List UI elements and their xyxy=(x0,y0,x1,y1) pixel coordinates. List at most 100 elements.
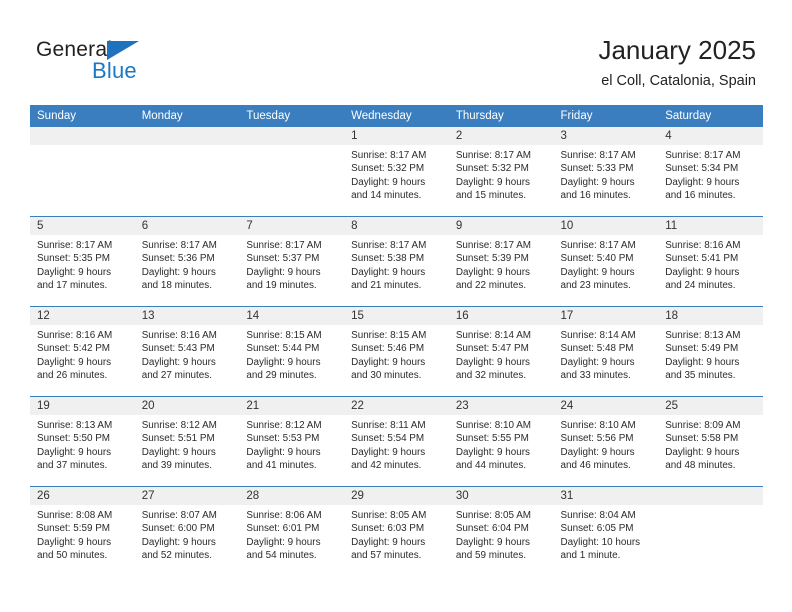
day-detail-line: Daylight: 9 hours xyxy=(141,356,216,368)
day-detail-line: and 16 minutes. xyxy=(665,189,736,201)
day-detail-line: and 41 minutes. xyxy=(246,459,317,471)
day-detail-line: and 42 minutes. xyxy=(351,459,422,471)
calendar-day-cell[interactable]: 18 Sunrise: 8:13 AM Sunset: 5:49 PM Dayligh… xyxy=(658,306,763,397)
calendar-day-cell[interactable]: 19 Sunrise: 8:13 AM Sunset: 5:50 PM Dayligh… xyxy=(30,396,135,487)
day-number: 30 xyxy=(448,487,554,505)
day-detail-line: Sunrise: 8:06 AM xyxy=(246,510,322,521)
day-detail-lines: Sunrise: 8:13 AM Sunset: 5:50 PM Daylight:… xyxy=(30,415,135,472)
day-number: 29 xyxy=(344,487,449,505)
day-detail-line: Sunrise: 8:08 AM xyxy=(37,510,113,521)
day-detail-line: Sunset: 5:32 PM xyxy=(455,163,529,175)
day-number: 22 xyxy=(344,397,449,415)
calendar-day-cell[interactable]: 16 Sunrise: 8:14 AM Sunset: 5:47 PM Dayligh… xyxy=(448,306,554,397)
day-detail-line: Daylight: 9 hours xyxy=(455,536,530,548)
day-detail-line: Sunrise: 8:15 AM xyxy=(246,330,322,341)
day-detail-line: Sunrise: 8:15 AM xyxy=(351,330,427,341)
day-detail-line: Sunrise: 8:09 AM xyxy=(665,420,741,431)
calendar-day-cell[interactable]: 1 Sunrise: 8:17 AM Sunset: 5:32 PM Daylight… xyxy=(344,127,449,217)
day-detail-line: and 1 minute. xyxy=(560,549,621,561)
day-number: 6 xyxy=(134,217,240,235)
weekday-header-wednesday: Wednesday xyxy=(344,105,449,127)
calendar-day-cell[interactable]: 8 Sunrise: 8:17 AM Sunset: 5:38 PM Daylight… xyxy=(344,216,449,307)
day-number: 8 xyxy=(344,217,449,235)
day-detail-line: Daylight: 9 hours xyxy=(37,266,112,278)
calendar-day-cell[interactable]: 3 Sunrise: 8:17 AM Sunset: 5:33 PM Daylight… xyxy=(553,127,659,217)
day-detail-line: Sunset: 5:46 PM xyxy=(351,343,425,355)
calendar-day-cell[interactable]: 24 Sunrise: 8:10 AM Sunset: 5:56 PM Dayligh… xyxy=(553,396,659,487)
day-detail-line: and 52 minutes. xyxy=(141,549,212,561)
day-detail-line: Sunset: 5:53 PM xyxy=(246,433,320,445)
calendar-day-cell[interactable]: 20 Sunrise: 8:12 AM Sunset: 5:51 PM Dayligh… xyxy=(134,396,240,487)
calendar-day-cell[interactable]: 13 Sunrise: 8:16 AM Sunset: 5:43 PM Dayligh… xyxy=(134,306,240,397)
day-detail-line: and 21 minutes. xyxy=(351,279,422,291)
day-detail-line: Daylight: 9 hours xyxy=(141,266,216,278)
day-number xyxy=(30,127,135,145)
day-detail-lines: Sunrise: 8:08 AM Sunset: 5:59 PM Daylight:… xyxy=(30,505,135,562)
day-detail-line: Daylight: 9 hours xyxy=(455,266,530,278)
day-detail-line: Sunset: 6:04 PM xyxy=(455,523,529,535)
calendar-day-cell[interactable]: 29 Sunrise: 8:05 AM Sunset: 6:03 PM Dayligh… xyxy=(344,486,449,576)
day-detail-line: Daylight: 10 hours xyxy=(560,536,641,548)
calendar-day-cell[interactable]: 6 Sunrise: 8:17 AM Sunset: 5:36 PM Daylight… xyxy=(134,216,240,307)
day-number xyxy=(134,127,240,145)
day-detail-line: Sunset: 5:50 PM xyxy=(37,433,111,445)
day-detail-line: Daylight: 9 hours xyxy=(351,266,426,278)
day-detail-line: Daylight: 9 hours xyxy=(351,536,426,548)
calendar-day-cell[interactable]: 23 Sunrise: 8:10 AM Sunset: 5:55 PM Dayligh… xyxy=(448,396,554,487)
calendar-day-cell[interactable]: 15 Sunrise: 8:15 AM Sunset: 5:46 PM Dayligh… xyxy=(344,306,449,397)
day-detail-line: Sunset: 5:49 PM xyxy=(665,343,739,355)
calendar-day-cell[interactable]: 31 Sunrise: 8:04 AM Sunset: 6:05 PM Dayligh… xyxy=(553,486,659,576)
day-detail-line: Sunset: 5:35 PM xyxy=(37,253,111,265)
day-number: 18 xyxy=(658,307,763,325)
calendar-day-cell[interactable]: 5 Sunrise: 8:17 AM Sunset: 5:35 PM Daylight… xyxy=(30,216,135,307)
day-detail-line: Daylight: 9 hours xyxy=(455,446,530,458)
calendar-day-cell[interactable]: 17 Sunrise: 8:14 AM Sunset: 5:48 PM Dayligh… xyxy=(553,306,659,397)
day-number: 25 xyxy=(658,397,763,415)
day-detail-line: Sunrise: 8:14 AM xyxy=(455,330,532,341)
calendar-day-cell[interactable]: 12 Sunrise: 8:16 AM Sunset: 5:42 PM Dayligh… xyxy=(30,306,135,397)
calendar-day-cell[interactable]: 4 Sunrise: 8:17 AM Sunset: 5:34 PM Daylight… xyxy=(658,127,763,217)
day-number: 17 xyxy=(553,307,659,325)
day-detail-line: Daylight: 9 hours xyxy=(665,356,740,368)
day-detail-line: and 15 minutes. xyxy=(455,189,527,201)
day-detail-line: Daylight: 9 hours xyxy=(455,356,530,368)
calendar-day-cell[interactable]: 28 Sunrise: 8:06 AM Sunset: 6:01 PM Dayligh… xyxy=(239,486,345,576)
day-detail-line: Daylight: 9 hours xyxy=(351,356,426,368)
day-detail-line: Sunset: 5:58 PM xyxy=(665,433,739,445)
weekday-header-tuesday: Tuesday xyxy=(239,105,345,127)
calendar-day-cell[interactable]: 27 Sunrise: 8:07 AM Sunset: 6:00 PM Dayligh… xyxy=(134,486,240,576)
day-detail-lines: Sunrise: 8:17 AM Sunset: 5:32 PM Daylight:… xyxy=(449,145,554,202)
calendar-day-cell[interactable]: 22 Sunrise: 8:11 AM Sunset: 5:54 PM Dayligh… xyxy=(344,396,449,487)
day-detail-line: Daylight: 9 hours xyxy=(665,266,740,278)
calendar-day-cell[interactable]: 7 Sunrise: 8:17 AM Sunset: 5:37 PM Daylight… xyxy=(239,216,345,307)
calendar-day-cell[interactable]: 25 Sunrise: 8:09 AM Sunset: 5:58 PM Dayligh… xyxy=(658,396,763,487)
day-detail-line: Sunrise: 8:16 AM xyxy=(141,330,217,341)
day-detail-line: Daylight: 9 hours xyxy=(246,446,321,458)
day-detail-lines: Sunrise: 8:17 AM Sunset: 5:32 PM Daylight:… xyxy=(344,145,449,202)
day-detail-line: Daylight: 9 hours xyxy=(351,446,426,458)
day-number: 15 xyxy=(344,307,449,325)
day-detail-lines: Sunrise: 8:17 AM Sunset: 5:35 PM Daylight:… xyxy=(30,235,135,292)
day-detail-line: Sunrise: 8:11 AM xyxy=(351,420,426,431)
day-detail-line: Sunrise: 8:05 AM xyxy=(351,510,427,521)
day-detail-line: and 27 minutes. xyxy=(141,369,212,381)
day-detail-line: Sunset: 5:33 PM xyxy=(560,163,634,175)
day-detail-line: Daylight: 9 hours xyxy=(37,446,112,458)
calendar-day-cell[interactable]: 26 Sunrise: 8:08 AM Sunset: 5:59 PM Dayligh… xyxy=(30,486,135,576)
calendar-day-cell[interactable]: 30 Sunrise: 8:05 AM Sunset: 6:04 PM Dayligh… xyxy=(448,486,554,576)
page-header: General Blue January 2025 el Coll, Catal… xyxy=(0,0,792,100)
calendar-day-cell[interactable]: 9 Sunrise: 8:17 AM Sunset: 5:39 PM Daylight… xyxy=(448,216,554,307)
day-detail-line: and 48 minutes. xyxy=(665,459,736,471)
calendar-day-cell[interactable]: 21 Sunrise: 8:12 AM Sunset: 5:53 PM Dayligh… xyxy=(239,396,345,487)
calendar-day-cell[interactable]: 2 Sunrise: 8:17 AM Sunset: 5:32 PM Daylight… xyxy=(448,127,554,217)
day-detail-line: Sunset: 6:01 PM xyxy=(246,523,320,535)
weekday-header-thursday: Thursday xyxy=(448,105,554,127)
day-detail-line: and 23 minutes. xyxy=(560,279,631,291)
day-detail-line: Sunrise: 8:12 AM xyxy=(246,420,322,431)
calendar-day-cell[interactable]: 10 Sunrise: 8:17 AM Sunset: 5:40 PM Dayligh… xyxy=(553,216,659,307)
day-detail-line: Daylight: 9 hours xyxy=(37,356,112,368)
page-title: January 2025 xyxy=(598,35,756,65)
calendar-day-cell[interactable]: 14 Sunrise: 8:15 AM Sunset: 5:44 PM Dayligh… xyxy=(239,306,345,397)
calendar-day-cell[interactable]: 11 Sunrise: 8:16 AM Sunset: 5:41 PM Dayligh… xyxy=(658,216,763,307)
day-detail-lines: Sunrise: 8:07 AM Sunset: 6:00 PM Daylight:… xyxy=(135,505,240,562)
